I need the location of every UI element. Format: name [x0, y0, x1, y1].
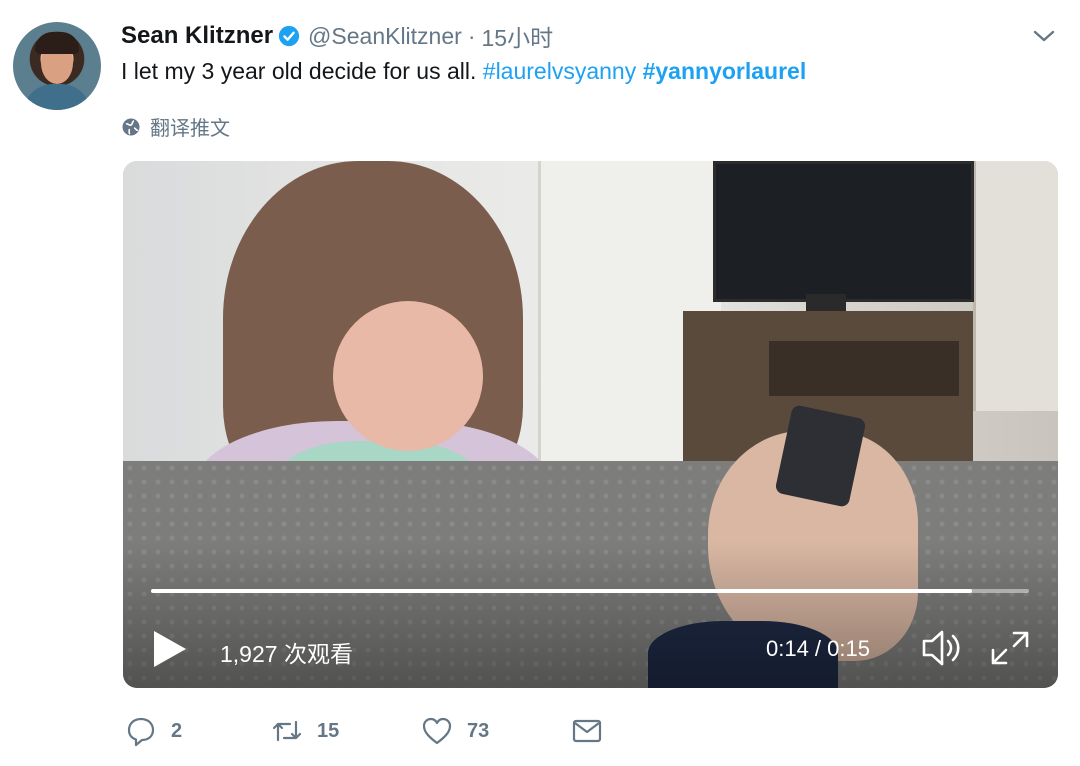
retweet-button[interactable]: 15: [271, 712, 339, 750]
direct-message-button[interactable]: [571, 712, 603, 750]
author-name[interactable]: Sean Klitzner: [121, 22, 273, 50]
envelope-icon: [572, 719, 602, 743]
heart-icon: [422, 717, 452, 745]
hashtag-laurelvsyanny[interactable]: #laurelvsyanny: [483, 58, 636, 84]
tweet-body: I let my 3 year old decide for us all.: [121, 58, 477, 84]
view-count: 1,927 次观看: [220, 641, 353, 667]
volume-icon[interactable]: [920, 627, 964, 669]
author-handle[interactable]: @SeanKlitzner: [308, 23, 462, 50]
retweet-icon: [272, 720, 302, 742]
tweet-header: Sean Klitzner @SeanKlitzner · 15小时: [121, 20, 553, 52]
video-progress-fill: [151, 589, 972, 593]
play-icon[interactable]: [150, 627, 190, 671]
globe-icon: [122, 118, 140, 135]
tweet-time[interactable]: 15小时: [481, 19, 553, 53]
reply-icon: [127, 717, 155, 747]
verified-badge-icon: [278, 25, 300, 47]
chevron-down-icon[interactable]: [1030, 24, 1058, 48]
fullscreen-icon[interactable]: [988, 627, 1032, 669]
like-button[interactable]: 73: [421, 712, 489, 750]
reply-button[interactable]: 2: [125, 712, 182, 750]
separator-dot: ·: [467, 22, 476, 49]
video-timecode: 0:14 / 0:15: [766, 636, 870, 661]
translate-label: 翻译推文: [150, 118, 230, 140]
translate-tweet-link[interactable]: 翻译推文: [121, 112, 230, 141]
tweet-text: I let my 3 year old decide for us all. #…: [121, 58, 806, 85]
like-count: 73: [467, 719, 490, 742]
hashtag-yannyorlaurel[interactable]: #yannyorlaurel: [643, 58, 807, 84]
avatar[interactable]: [13, 22, 101, 110]
video-progress-bar[interactable]: [151, 589, 1029, 593]
retweet-count: 15: [317, 719, 340, 742]
video-player[interactable]: 1,927 次观看 0:14 / 0:15: [123, 161, 1058, 688]
reply-count: 2: [171, 719, 183, 742]
